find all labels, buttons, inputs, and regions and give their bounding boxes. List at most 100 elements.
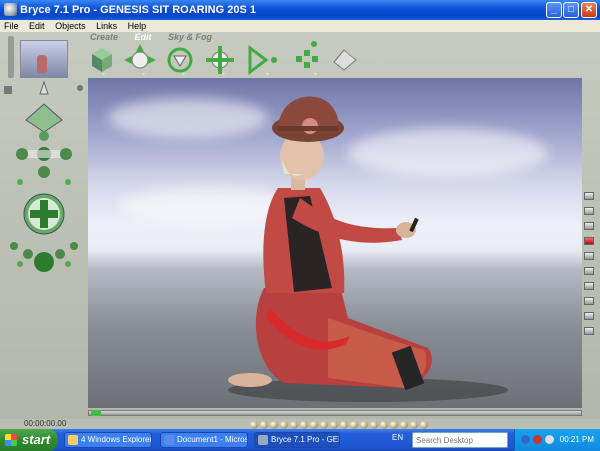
reposition-tool-icon[interactable]: [206, 46, 234, 74]
randomize-tool-icon[interactable]: [296, 41, 318, 68]
window-title: Bryce 7.1 Pro - GENESIS SIT ROARING 20S …: [20, 4, 256, 16]
view-button[interactable]: [584, 267, 594, 275]
taskbar-item-explorer[interactable]: 4 Windows Explorer: [64, 432, 152, 448]
sphere-button[interactable]: [584, 312, 594, 320]
maximize-button[interactable]: □: [563, 2, 579, 18]
selection-icon[interactable]: [250, 421, 258, 429]
tool-arrow-icon[interactable]: ▾: [142, 72, 145, 76]
rotate-tool-icon[interactable]: [167, 47, 193, 73]
trackball-icon[interactable]: [23, 193, 65, 235]
create-toolbar: Create Edit Sky & Fog ▾ ▾ ▾ ▾ ▾ ▾: [82, 32, 582, 76]
security-icon[interactable]: [533, 435, 542, 444]
network-icon[interactable]: [521, 435, 530, 444]
window-title-bar[interactable]: Bryce 7.1 Pro - GENESIS SIT ROARING 20S …: [0, 0, 600, 20]
nudge-right-icon[interactable]: [65, 179, 71, 185]
tool-arrow-icon[interactable]: ▾: [182, 72, 185, 76]
windows-logo-icon: [5, 434, 17, 446]
edit-button[interactable]: [584, 252, 594, 260]
start-label: start: [22, 432, 51, 447]
zoom-in-icon[interactable]: [55, 249, 65, 259]
system-tray: 00:21 PM: [514, 429, 600, 451]
selection-icon[interactable]: [370, 421, 378, 429]
selection-icon[interactable]: [310, 421, 318, 429]
selection-icon[interactable]: [260, 421, 268, 429]
camera-icon[interactable]: [4, 86, 12, 94]
nudge-left-icon[interactable]: [17, 179, 23, 185]
right-toolbar: [584, 192, 596, 422]
toolbar-icons: ▾ ▾ ▾ ▾ ▾ ▾: [92, 41, 357, 76]
selection-icon[interactable]: [350, 421, 358, 429]
clock: 00:21 PM: [559, 435, 594, 444]
timeline-scrubber[interactable]: [91, 410, 101, 416]
selection-icon[interactable]: [320, 421, 328, 429]
bryce-workspace: Create Edit Sky & Fog ▾ ▾ ▾ ▾ ▾ ▾ 00:00:…: [0, 32, 600, 429]
taskbar-item-label: Bryce 7.1 Pro - GENE...: [271, 435, 339, 444]
selection-icon[interactable]: [300, 421, 308, 429]
texture-button[interactable]: [584, 222, 594, 230]
selection-icon[interactable]: [340, 421, 348, 429]
selection-palette: [250, 416, 490, 429]
selection-icon[interactable]: [270, 421, 278, 429]
render-sphere-icon[interactable]: [34, 252, 54, 272]
bryce-icon: [258, 435, 268, 445]
bryce-screen: Bryce 7.1 Pro - GENESIS SIT ROARING 20S …: [0, 0, 600, 451]
selection-icon[interactable]: [420, 421, 428, 429]
selection-icon[interactable]: [330, 421, 338, 429]
small-dot-icon: [17, 261, 23, 267]
close-button[interactable]: ✕: [581, 2, 597, 18]
start-button[interactable]: start: [0, 429, 58, 451]
taskbar: start 4 Windows Explorer Document1 - Mic…: [0, 429, 600, 451]
selection-icon[interactable]: [290, 421, 298, 429]
pan-right-icon[interactable]: [70, 242, 78, 250]
selection-icon[interactable]: [390, 421, 398, 429]
zoom-out-icon[interactable]: [23, 249, 33, 259]
menu-links[interactable]: Links: [92, 20, 121, 32]
tool-arrow-icon[interactable]: ▾: [266, 72, 269, 76]
nano-preview[interactable]: [20, 40, 68, 78]
pan-left-icon[interactable]: [10, 242, 18, 250]
folder-icon: [68, 435, 78, 445]
tool-arrow-icon[interactable]: ▾: [222, 72, 225, 76]
timecode-display: 00:00:00.00: [24, 419, 67, 428]
tool-arrow-icon[interactable]: ▾: [314, 72, 317, 76]
control-panel-graphics: [4, 36, 83, 272]
taskbar-item-word[interactable]: Document1 - Microsof...: [160, 432, 248, 448]
settings-button[interactable]: [584, 327, 594, 335]
left-control-panel: [0, 32, 84, 419]
taskbar-item-label: Document1 - Microsof...: [177, 435, 247, 444]
view-menu-icon[interactable]: [77, 85, 83, 91]
render-stop-button[interactable]: [584, 237, 594, 245]
view-slider[interactable]: [8, 36, 14, 78]
menu-help[interactable]: Help: [124, 20, 151, 32]
resize-tool-icon[interactable]: [124, 44, 156, 69]
selection-icon[interactable]: [380, 421, 388, 429]
volume-icon[interactable]: [545, 435, 554, 444]
bryce-app-icon: [4, 3, 17, 16]
tool-arrow-icon[interactable]: ▾: [102, 72, 105, 76]
align-tool-icon[interactable]: [248, 45, 277, 75]
selection-icon[interactable]: [280, 421, 288, 429]
menu-edit[interactable]: Edit: [25, 20, 49, 32]
selection-icon[interactable]: [360, 421, 368, 429]
camera-eye-icon[interactable]: [39, 80, 49, 95]
flyaround-control-icon[interactable]: [16, 131, 72, 178]
taskbar-item-label: 4 Windows Explorer: [81, 435, 152, 444]
cube-tool-icon[interactable]: [92, 48, 112, 72]
rendered-figure: [228, 96, 508, 402]
taskbar-item-bryce[interactable]: Bryce 7.1 Pro - GENE...: [254, 432, 340, 448]
display-mode-button[interactable]: [584, 192, 594, 200]
selection-icon[interactable]: [400, 421, 408, 429]
edit-terrain-icon[interactable]: [333, 49, 357, 71]
options-button[interactable]: [584, 282, 594, 290]
language-indicator[interactable]: EN: [392, 433, 403, 442]
play-button[interactable]: [584, 297, 594, 305]
minimize-button[interactable]: _: [546, 2, 562, 18]
selection-icon[interactable]: [410, 421, 418, 429]
render-viewport[interactable]: [88, 78, 582, 408]
camera-pyramid-icon[interactable]: [25, 103, 63, 133]
desktop-search-input[interactable]: [412, 432, 508, 448]
menu-objects[interactable]: Objects: [51, 20, 90, 32]
menu-file[interactable]: File: [0, 20, 23, 32]
render-mode-button[interactable]: [584, 207, 594, 215]
small-dot-icon: [65, 261, 71, 267]
